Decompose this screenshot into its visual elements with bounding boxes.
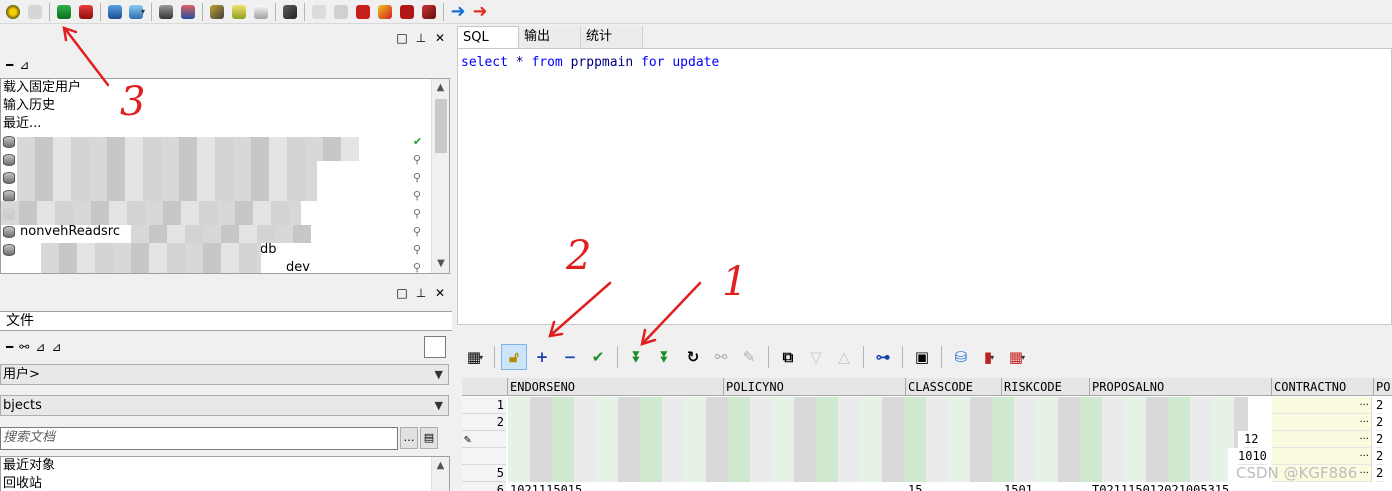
annotation-label: 1 [722,259,748,305]
watermark: CSDN @KGF886 [1236,464,1358,482]
annotation-arrow [642,281,702,344]
annotation-arrow [64,28,110,87]
annotation-label: 3 [120,79,146,125]
annotation-label: 2 [566,233,592,279]
annotation-arrows [62,26,702,346]
annotation-arrow [550,281,612,336]
